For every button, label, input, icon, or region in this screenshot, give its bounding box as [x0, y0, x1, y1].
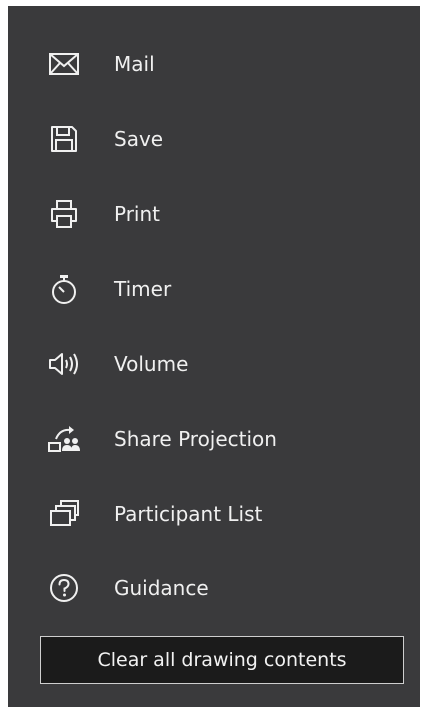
- print-icon: [44, 194, 84, 234]
- participant-list-icon: [44, 494, 84, 534]
- menu-item-guidance[interactable]: Guidance: [8, 560, 420, 616]
- menu-item-volume[interactable]: Volume: [8, 336, 420, 392]
- menu-item-label: Share Projection: [114, 427, 277, 451]
- clear-all-drawing-button[interactable]: Clear all drawing contents: [40, 636, 404, 684]
- volume-icon: [44, 344, 84, 384]
- menu-item-label: Print: [114, 202, 161, 226]
- menu-panel: Mail Save Print Timer Volume Share Proje…: [8, 6, 420, 707]
- mail-icon: [44, 44, 84, 84]
- menu-item-label: Volume: [114, 352, 189, 376]
- menu-item-save[interactable]: Save: [8, 111, 420, 167]
- menu-item-label: Timer: [114, 277, 172, 301]
- menu-item-label: Guidance: [114, 576, 209, 600]
- share-projection-icon: [44, 419, 84, 459]
- menu-item-label: Save: [114, 127, 164, 151]
- save-icon: [44, 119, 84, 159]
- menu-item-participant-list[interactable]: Participant List: [8, 486, 420, 542]
- timer-icon: [44, 269, 84, 309]
- guidance-icon: [44, 568, 84, 608]
- menu-item-share-projection[interactable]: Share Projection: [8, 411, 420, 467]
- menu-item-timer[interactable]: Timer: [8, 261, 420, 317]
- menu-item-print[interactable]: Print: [8, 186, 420, 242]
- menu-item-mail[interactable]: Mail: [8, 36, 420, 92]
- menu-item-label: Mail: [114, 52, 155, 76]
- menu-item-label: Participant List: [114, 502, 263, 526]
